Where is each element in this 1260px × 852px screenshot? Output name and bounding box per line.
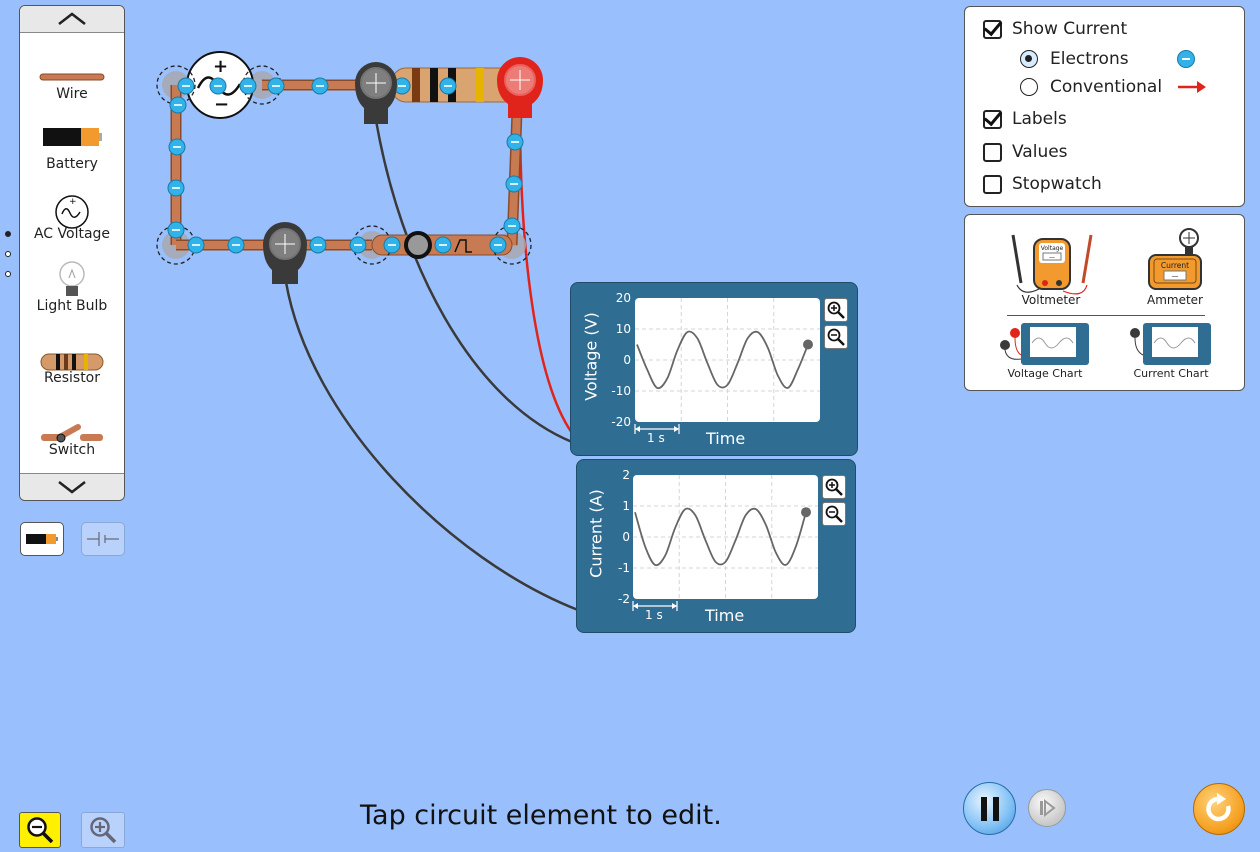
current-chart-x-title: Time [705,606,745,625]
voltage-chart-tool-icon [1000,323,1089,365]
show-current-label: Show Current [1012,19,1128,39]
values-label: Values [1012,142,1068,162]
voltmeter-badge: Voltage [1041,245,1064,252]
voltage-chart-tick: 10 [615,322,631,336]
ammeter-readout: — [1172,273,1179,281]
svg-text:−: − [214,94,229,115]
voltage-chart-tick: -20 [611,415,631,429]
zoom-out-icon [825,505,843,523]
step-icon [1040,798,1056,818]
voltage-chart-tool[interactable]: Voltage Chart [999,321,1091,385]
voltage-chart-zoom-out-button[interactable] [824,325,848,349]
current-chart-probe-cable [284,281,579,612]
labels-check[interactable] [983,109,1002,129]
sensor-divider [1007,315,1205,316]
voltage-chart-red-probe[interactable] [497,57,543,118]
conventional-label: Conventional [1050,77,1163,97]
current-chart-tool[interactable]: Current Chart [1125,321,1217,385]
voltage-chart-black-probe-cable [374,119,573,444]
ammeter-label: Ammeter [1147,293,1203,307]
current-chart-plot [633,475,818,599]
voltage-chart-y-title: Voltage (V) [581,312,601,401]
stopwatch-checkbox[interactable]: Stopwatch [983,174,1102,194]
voltage-chart-plot [635,298,820,422]
voltage-chart-tool-label: Voltage Chart [1007,367,1083,380]
voltage-chart-tick: -10 [611,384,631,398]
pause-button[interactable] [963,782,1016,835]
current-chart-y-title: Current (A) [586,489,606,578]
voltmeter-icon: Voltage — [1011,234,1093,295]
labels-checkbox[interactable]: Labels [983,109,1067,129]
current-chart-current-point [801,507,811,518]
pause-icon [980,796,999,821]
show-current-checkbox[interactable]: Show Current [983,19,1127,39]
conventional-radio-dot[interactable] [1020,78,1038,96]
voltmeter-label: Voltmeter [1021,293,1081,307]
electrons-radio-dot[interactable] [1020,50,1038,68]
current-chart-svg [633,475,818,599]
electron-icon [1177,50,1195,68]
voltage-chart-current-point [803,339,813,350]
zoom-in-icon [825,478,843,496]
voltage-chart-tick: 20 [615,291,631,305]
voltage-chart-zoom-in-button[interactable] [824,298,848,322]
current-chart-zoom-out-button[interactable] [822,502,846,526]
current-chart-tick: -2 [618,592,630,606]
current-chart-tool-icon [1130,323,1211,365]
current-chart-probe[interactable] [263,222,307,284]
zoom-out-button[interactable] [19,812,61,848]
stopwatch-label: Stopwatch [1012,174,1102,194]
current-chart-tool-label: Current Chart [1133,367,1209,380]
reset-all-button[interactable] [1193,783,1245,835]
voltage-chart-svg [635,298,820,422]
show-current-check[interactable] [983,19,1002,39]
zoom-in-icon [90,817,117,844]
ammeter-badge: Current [1161,261,1189,270]
current-chart-panel[interactable]: Current (A) 2 1 0 -1 -2 1 s Time [576,459,856,633]
voltage-chart-x-title: Time [706,429,746,448]
reset-icon [1206,793,1231,822]
voltage-chart-scale-label: 1 s [647,431,665,445]
svg-text:+: + [213,56,228,77]
step-forward-button[interactable] [1028,789,1066,827]
current-chart-zoom-in-button[interactable] [822,475,846,499]
voltage-chart-panel[interactable]: Voltage (V) 20 10 0 -10 -20 1 s Time [570,282,858,456]
voltage-chart-tick: 0 [623,353,631,367]
zoom-out-icon [827,328,845,346]
zoom-in-icon [827,301,845,319]
electrons-radio[interactable]: Electrons [1020,49,1129,69]
electrons-label: Electrons [1050,49,1129,69]
current-chart-scale-label: 1 s [645,608,663,622]
values-checkbox[interactable]: Values [983,142,1068,162]
ammeter-icon: Current — [1148,228,1202,290]
conventional-radio[interactable]: Conventional [1020,77,1162,97]
voltage-chart-black-probe[interactable] [355,62,397,124]
current-chart-tick: 2 [622,468,630,482]
status-message: Tap circuit element to edit. [360,800,722,831]
current-chart-tick: 1 [622,499,630,513]
voltage-chart-red-probe-cable [518,111,574,434]
display-options-panel: Show Current Electrons Conventional Labe… [964,6,1245,207]
zoom-in-button[interactable] [81,812,125,848]
voltmeter-tool[interactable]: Voltage — Voltmeter [1003,225,1099,307]
values-check[interactable] [983,142,1002,162]
labels-label: Labels [1012,109,1067,129]
stopwatch-check[interactable] [983,174,1002,194]
conventional-arrow-icon [1178,81,1206,93]
current-chart-tick: -1 [618,561,630,575]
ammeter-tool[interactable]: Current — Ammeter [1141,223,1209,307]
sensor-toolbox-panel: Voltage — Voltmeter Current — Ammeter Vo… [964,214,1245,391]
zoom-out-icon [27,817,54,844]
voltmeter-readout: — [1049,254,1055,261]
current-chart-tick: 0 [622,530,630,544]
